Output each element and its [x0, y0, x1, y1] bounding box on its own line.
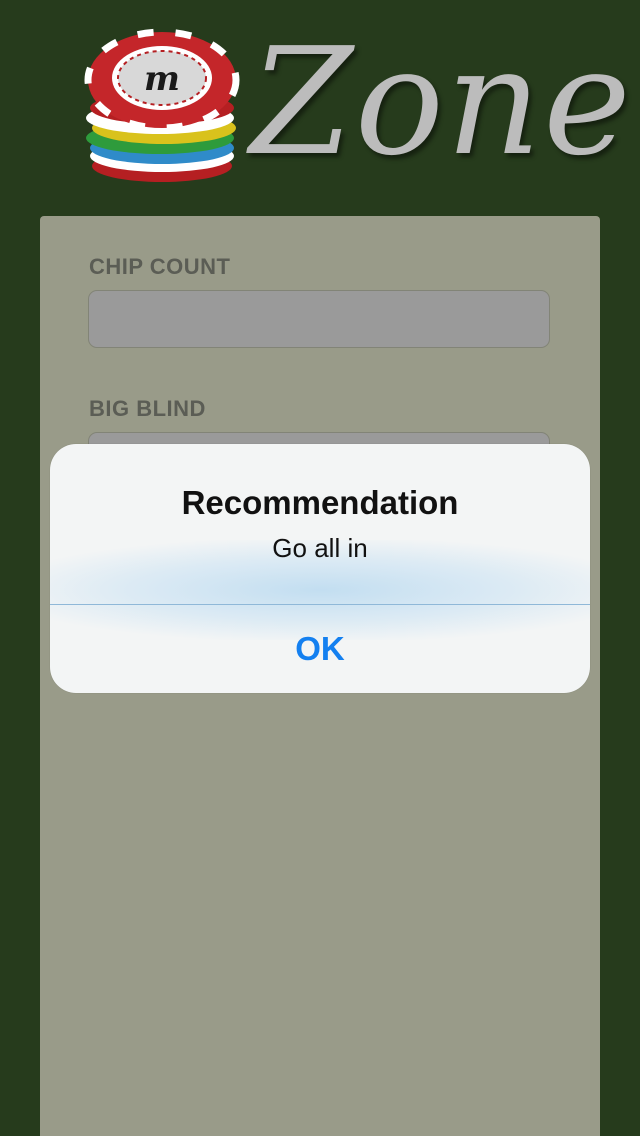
alert-title: Recommendation — [181, 484, 459, 521]
recommendation-alert: Recommendation Go all in OK — [50, 444, 590, 693]
ok-button[interactable]: OK — [50, 605, 590, 693]
alert-message: Go all in — [272, 533, 368, 563]
